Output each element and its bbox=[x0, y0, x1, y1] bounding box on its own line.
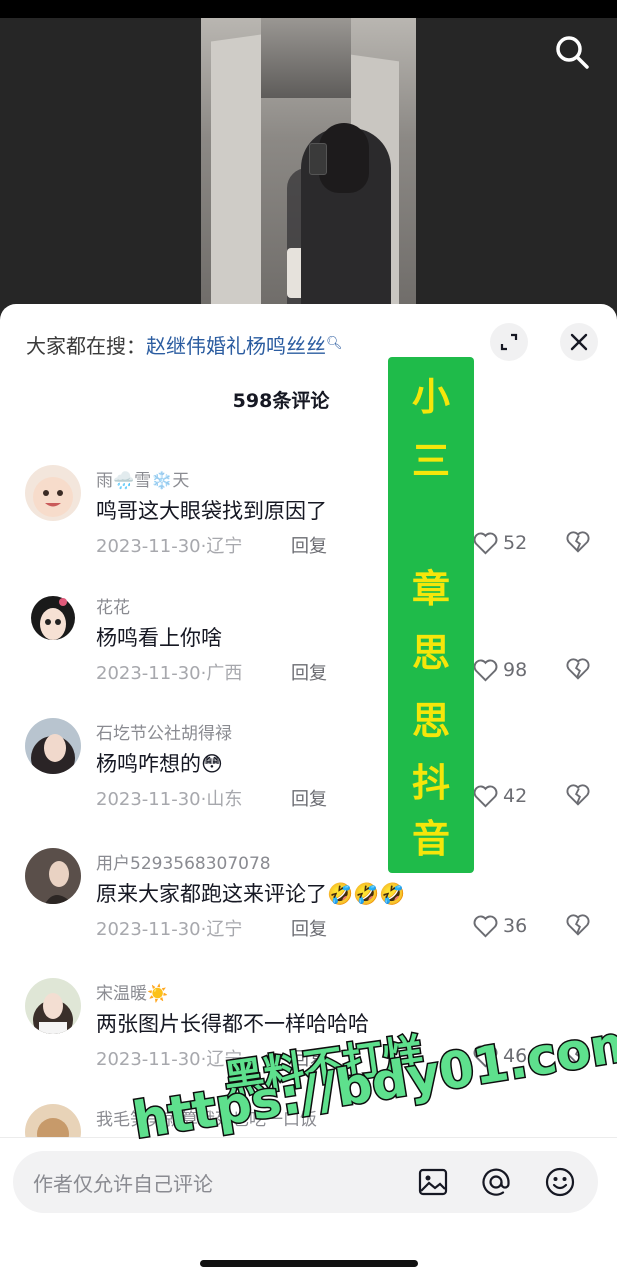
comment-username[interactable]: 花花 bbox=[96, 593, 130, 618]
like-button[interactable]: 98 bbox=[472, 656, 527, 684]
avatar[interactable] bbox=[25, 978, 81, 1034]
close-button[interactable] bbox=[560, 323, 598, 361]
home-indicator[interactable] bbox=[200, 1260, 418, 1267]
comment-text: 鸣哥这大眼袋找到原因了 bbox=[96, 499, 327, 523]
close-icon bbox=[570, 333, 588, 351]
image-icon[interactable] bbox=[416, 1165, 450, 1199]
search-icon[interactable] bbox=[552, 32, 592, 72]
video-player[interactable] bbox=[0, 0, 617, 320]
hot-search-prefix: 大家都在搜： bbox=[26, 334, 146, 358]
reply-button[interactable]: 回复 bbox=[291, 532, 327, 558]
comment-text: 原来大家都跑这来评论了🤣🤣🤣 bbox=[96, 882, 406, 906]
comment-item: 花花 杨鸣看上你啥 2023-11-30·广西 回复 98 bbox=[0, 592, 617, 712]
comment-meta: 2023-11-30·辽宁 bbox=[96, 536, 243, 557]
heart-icon bbox=[473, 785, 498, 808]
dislike-icon[interactable] bbox=[565, 656, 591, 682]
comment-meta: 2023-11-30·山东 bbox=[96, 789, 243, 810]
comment-item: 雨🌧️雪❄️天 鸣哥这大眼袋找到原因了 2023-11-30·辽宁 回复 52 bbox=[0, 465, 617, 585]
overlay-char: 三 bbox=[411, 439, 450, 483]
avatar[interactable] bbox=[25, 848, 81, 904]
comment-count-title: 598条评论 bbox=[232, 390, 330, 412]
search-small-icon: 🔍︎ bbox=[326, 336, 343, 351]
comment-meta: 2023-11-30·广西 bbox=[96, 663, 243, 684]
like-count: 42 bbox=[503, 785, 528, 807]
comment-username[interactable]: 雨🌧️雪❄️天 bbox=[96, 466, 189, 491]
heart-icon bbox=[473, 915, 498, 938]
at-icon[interactable] bbox=[479, 1165, 513, 1199]
overlay-char: 章 bbox=[411, 567, 450, 611]
comment-text: 杨鸣看上你啥 bbox=[96, 626, 222, 650]
heart-icon bbox=[473, 532, 498, 555]
avatar[interactable] bbox=[25, 718, 81, 774]
video-phone bbox=[309, 143, 327, 175]
like-count: 52 bbox=[503, 532, 528, 554]
input-divider bbox=[0, 1137, 617, 1138]
comment-username[interactable]: 石圪节公社胡得禄 bbox=[96, 719, 232, 744]
hot-search-keyword[interactable]: 赵继伟婚礼杨鸣丝丝 bbox=[146, 334, 326, 358]
hot-search-bar[interactable]: 大家都在搜：赵继伟婚礼杨鸣丝丝🔍︎ bbox=[26, 330, 343, 359]
expand-icon bbox=[500, 333, 518, 351]
overlay-char: 音 bbox=[411, 817, 450, 861]
video-ceiling bbox=[261, 18, 351, 98]
reply-button[interactable]: 回复 bbox=[291, 915, 327, 941]
overlay-char: 思 bbox=[411, 699, 450, 743]
emoji-icon[interactable] bbox=[543, 1165, 577, 1199]
comment-username[interactable]: 用户5293568307078 bbox=[96, 849, 271, 874]
like-count: 98 bbox=[503, 659, 528, 681]
video-frame bbox=[201, 18, 416, 318]
overlay-char: 思 bbox=[411, 631, 450, 675]
comment-item: 石圪节公社胡得禄 杨鸣咋想的😳 2023-11-30·山东 回复 42 bbox=[0, 718, 617, 838]
comment-input-placeholder: 作者仅允许自己评论 bbox=[33, 1172, 213, 1196]
reply-button[interactable]: 回复 bbox=[291, 659, 327, 685]
like-count: 36 bbox=[503, 915, 528, 937]
overlay-char: 小 bbox=[411, 375, 450, 419]
dislike-icon[interactable] bbox=[565, 912, 591, 938]
avatar[interactable] bbox=[25, 465, 81, 521]
expand-button[interactable] bbox=[490, 323, 528, 361]
video-pillar-left bbox=[211, 34, 261, 312]
comment-meta: 2023-11-30·辽宁 bbox=[96, 919, 243, 940]
reply-button[interactable]: 回复 bbox=[291, 785, 327, 811]
dislike-icon[interactable] bbox=[565, 529, 591, 555]
heart-icon bbox=[473, 659, 498, 682]
avatar[interactable] bbox=[25, 1104, 81, 1137]
like-button[interactable]: 42 bbox=[472, 782, 527, 810]
comment-username[interactable]: 宋温暖☀️ bbox=[96, 979, 168, 1004]
overlay-char: 抖 bbox=[411, 761, 450, 805]
like-button[interactable]: 52 bbox=[472, 529, 527, 557]
comment-text: 杨鸣咋想的😳 bbox=[96, 752, 223, 776]
like-button[interactable]: 36 bbox=[472, 912, 527, 940]
avatar[interactable] bbox=[25, 592, 81, 648]
dislike-icon[interactable] bbox=[565, 782, 591, 808]
comment-item: 用户5293568307078 原来大家都跑这来评论了🤣🤣🤣 2023-11-3… bbox=[0, 848, 617, 968]
status-bar bbox=[0, 0, 617, 18]
